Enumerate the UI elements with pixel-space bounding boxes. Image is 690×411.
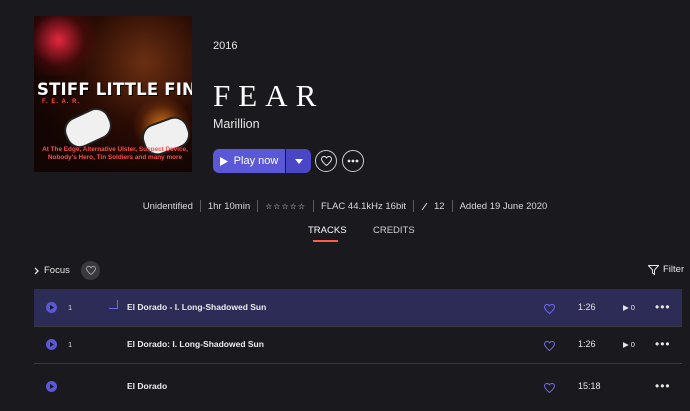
track-favorite-button[interactable] bbox=[543, 338, 556, 356]
track-number: 1 bbox=[68, 303, 73, 312]
heart-icon bbox=[543, 340, 556, 352]
cover-band-text: STIFF LITTLE FINGERS bbox=[37, 80, 192, 99]
album-duration: 1hr 10min bbox=[207, 200, 251, 212]
focus-toggle[interactable]: Focus bbox=[34, 265, 70, 276]
row-divider bbox=[34, 363, 682, 364]
caret-down-icon bbox=[294, 158, 303, 164]
tab-credits[interactable]: CREDITS bbox=[373, 225, 415, 236]
track-favorite-button[interactable] bbox=[543, 380, 556, 398]
play-now-button[interactable]: Play now bbox=[213, 149, 285, 173]
album-cover: STIFF LITTLE FINGERS F. E. A. R. At The … bbox=[34, 16, 192, 172]
track-row[interactable]: El Dorado 15:18 ••• bbox=[34, 368, 682, 405]
track-title: El Dorado: I. Long-Shadowed Sun bbox=[127, 339, 264, 349]
active-tab-indicator bbox=[313, 240, 338, 242]
heart-icon bbox=[543, 303, 556, 315]
track-more-button[interactable]: ••• bbox=[655, 338, 671, 350]
favorite-button[interactable] bbox=[315, 150, 337, 172]
chevron-right-icon bbox=[34, 267, 39, 274]
more-options-button[interactable] bbox=[342, 150, 364, 172]
cover-subtitle: F. E. A. R. bbox=[42, 99, 81, 105]
track-play-count: ▶ 0 bbox=[623, 340, 635, 349]
track-count: 12 bbox=[421, 201, 445, 212]
filter-button[interactable]: Filter bbox=[648, 264, 684, 275]
play-now-label: Play now bbox=[233, 155, 279, 167]
filter-icon bbox=[648, 264, 659, 275]
play-icon[interactable] bbox=[46, 381, 57, 392]
album-year: 2016 bbox=[213, 40, 238, 52]
track-title: El Dorado bbox=[127, 381, 168, 391]
track-row[interactable]: 1 El Dorado: I. Long-Shadowed Sun 1:26 ▶… bbox=[34, 327, 682, 364]
tab-tracks[interactable]: TRACKS bbox=[308, 225, 347, 236]
filter-label: Filter bbox=[663, 264, 685, 275]
ellipsis-icon bbox=[347, 159, 359, 163]
play-count-value: 0 bbox=[630, 340, 635, 349]
sub-track-bracket-icon bbox=[109, 300, 118, 309]
date-added: Added 19 June 2020 bbox=[459, 200, 548, 212]
track-duration: 1:26 bbox=[578, 302, 596, 312]
track-count-value: 12 bbox=[434, 200, 445, 212]
album-metadata: Unidentified 1hr 10min ☆☆☆☆☆ FLAC 44.1kH… bbox=[0, 200, 690, 212]
track-more-button[interactable]: ••• bbox=[655, 380, 671, 392]
play-options-dropdown[interactable] bbox=[286, 149, 311, 173]
audio-quality: FLAC 44.1kHz 16bit bbox=[320, 200, 406, 212]
focus-label: Focus bbox=[44, 265, 70, 276]
track-play-count: ▶ 0 bbox=[623, 303, 635, 312]
track-duration: 1:26 bbox=[578, 339, 596, 349]
identification-status[interactable]: Unidentified bbox=[143, 201, 193, 212]
heart-icon bbox=[543, 382, 556, 394]
track-duration: 15:18 bbox=[578, 381, 601, 391]
heart-icon bbox=[85, 266, 96, 275]
heart-icon bbox=[320, 156, 332, 166]
play-count-icon: ▶ bbox=[623, 303, 629, 312]
track-favorite-button[interactable] bbox=[543, 301, 556, 319]
track-title: El Dorado - I. Long-Shadowed Sun bbox=[127, 302, 267, 312]
album-artist[interactable]: Marillion bbox=[213, 117, 260, 131]
album-title: FEAR bbox=[213, 78, 325, 113]
cover-blurb: At The Edge, Alternative Ulster, Suspect… bbox=[42, 146, 188, 161]
play-icon[interactable] bbox=[46, 302, 57, 313]
focus-favorite-button[interactable] bbox=[81, 261, 100, 280]
track-number: 1 bbox=[68, 340, 73, 349]
track-more-button[interactable]: ••• bbox=[655, 301, 671, 313]
star-rating[interactable]: ☆☆☆☆☆ bbox=[265, 202, 306, 211]
play-count-value: 0 bbox=[630, 303, 635, 312]
track-row[interactable]: 1 El Dorado - I. Long-Shadowed Sun 1:26 … bbox=[34, 289, 682, 326]
tracks-icon bbox=[421, 202, 428, 210]
play-icon bbox=[219, 156, 228, 166]
play-icon[interactable] bbox=[46, 339, 57, 350]
play-count-icon: ▶ bbox=[623, 340, 629, 349]
